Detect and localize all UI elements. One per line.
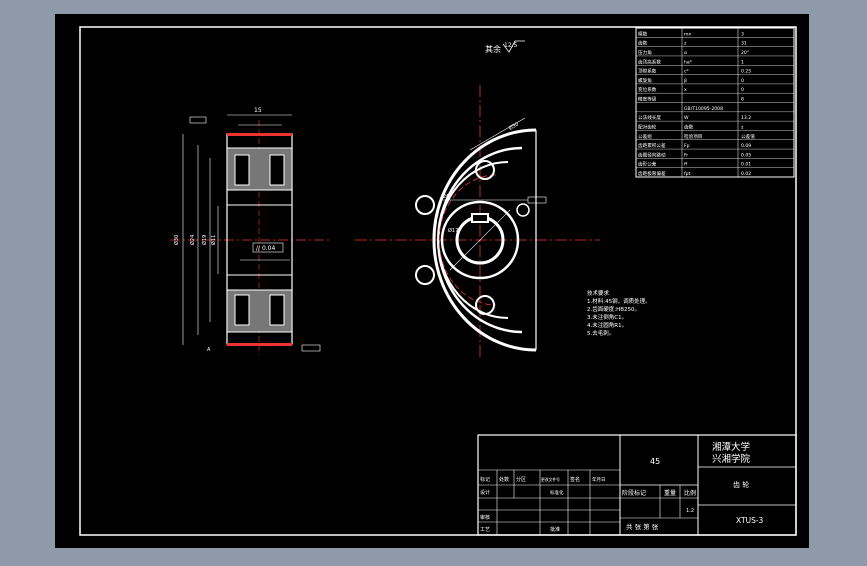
param-cell: 0.05 (741, 152, 751, 158)
process-label: 工艺 (480, 527, 490, 533)
note-line-1: 1.材料:45钢，调质处理。 (587, 297, 651, 305)
scale-value: 1:2 (686, 508, 694, 514)
note-line-3: 3.未注倒角C1。 (587, 313, 627, 321)
notes-title: 技术要求 (587, 289, 610, 297)
drawing-number: XTUS-3 (736, 516, 764, 525)
param-cell: Fp (684, 143, 690, 149)
stage-mark: 阶段标记 (622, 489, 646, 497)
gear-drawing: 其余 12.5 15 Ø30 Ø24 Ø19 Ø11 // 0.04 A Ø30… (55, 14, 809, 548)
keyway (471, 213, 489, 223)
param-cell: Fr (684, 152, 688, 158)
upper-pocket-right (269, 154, 285, 186)
param-cell: mn (684, 32, 691, 37)
cad-viewport: 其余 12.5 15 Ø30 Ø24 Ø19 Ø11 // 0.04 A Ø30… (0, 0, 867, 562)
param-cell: 模数 (638, 30, 648, 37)
standardize-label: 标准化 (550, 489, 564, 496)
param-cell: 齿顶高系数 (638, 58, 661, 65)
surface-roughness-note: 其余 (485, 44, 501, 54)
param-cell: 3 (741, 31, 744, 37)
param-cell: 8 (741, 97, 744, 103)
param-cell: 齿数 (638, 40, 648, 47)
hdr-change-doc: 更改文件号 (541, 477, 560, 482)
dim-diameter-outer: Ø24 (189, 235, 196, 245)
param-cell: 精度等级 (638, 96, 657, 103)
param-cell: W (684, 115, 689, 121)
upper-pocket-left (234, 154, 250, 186)
note-line-5: 5.去毛刺。 (587, 329, 614, 337)
sheets-label: 共 张 第 张 (626, 522, 659, 531)
dim-diameter-mid: Ø19 (201, 235, 208, 245)
param-cell: α (684, 51, 687, 56)
param-cell: 0 (741, 78, 744, 84)
param-cell: 变位系数 (638, 86, 657, 93)
hdr-zone: 分区 (516, 476, 526, 483)
param-cell: 齿距累积公差 (638, 142, 666, 149)
param-cell: 1 (741, 59, 744, 65)
param-cell: GB/T10095-2008 (684, 106, 723, 112)
approve-label: 批准 (550, 526, 560, 533)
param-cell: 0.25 (741, 69, 751, 75)
param-cell: c* (684, 69, 690, 75)
hdr-date: 年月日 (592, 476, 606, 483)
param-cell: 0.01 (741, 162, 751, 168)
param-cell: 齿数 (684, 123, 694, 130)
bore-dimension-text: Ø11 (210, 235, 217, 245)
dim-keyway-text: 26 (443, 194, 449, 200)
param-cell: 压力角 (638, 49, 652, 56)
param-cell: x (684, 88, 687, 93)
datum-label: A (207, 347, 211, 353)
lower-web (250, 300, 269, 320)
dim-rim-text: Ø17 (448, 227, 458, 234)
hdr-mark: 标记 (480, 476, 490, 483)
param-cell: 0.02 (741, 171, 751, 177)
upper-web (250, 162, 269, 182)
part-name: 齿 轮 (733, 480, 749, 489)
param-cell: 螺旋角 (638, 77, 652, 84)
width-dimension-text: 15 (254, 107, 262, 114)
school-line-1: 湘潭大学 (712, 441, 750, 453)
param-cell: 配对齿轮 (638, 123, 657, 130)
dim-diameter-left: Ø30 (173, 235, 180, 245)
lower-pocket-left (234, 294, 250, 326)
param-cell: 齿距极限偏差 (638, 170, 666, 177)
param-cell: 齿圈径向跳动 (638, 151, 666, 158)
param-cell: 齿形公差 (638, 161, 657, 168)
design-label: 设计 (480, 489, 490, 496)
review-label: 审核 (480, 514, 490, 521)
hdr-signature: 签名 (570, 476, 580, 483)
param-cell: 0.09 (741, 143, 751, 149)
top-tooth-line (227, 133, 292, 136)
param-cell: 公法线长度 (638, 114, 661, 121)
school-line-2: 兴湘学院 (712, 453, 751, 465)
weight-label: 重量 (664, 489, 676, 497)
param-cell: 公差值 (741, 133, 755, 140)
param-cell: 0 (741, 87, 744, 93)
param-cell: ha* (684, 59, 693, 65)
note-line-2: 2.齿面硬度:HB250。 (587, 305, 640, 313)
param-cell: 公差组 (638, 133, 652, 140)
param-cell: β (684, 78, 687, 84)
param-cell: 20° (741, 50, 749, 56)
lower-pocket-right (269, 294, 285, 326)
param-cell: 检验项目 (684, 133, 702, 140)
param-cell: 31 (741, 41, 747, 47)
hdr-count: 处数 (499, 476, 509, 483)
param-cell: 顶隙系数 (638, 68, 657, 75)
bottom-tooth-line (227, 343, 292, 346)
tolerance-frame-text: // 0.04 (256, 245, 275, 252)
scale-label: 比例 (684, 489, 696, 497)
param-cell: fpt (684, 171, 691, 177)
param-cell: 13.2 (741, 115, 751, 121)
note-line-4: 4.未注圆角R1。 (587, 321, 627, 329)
material-text: 45 (650, 457, 660, 466)
